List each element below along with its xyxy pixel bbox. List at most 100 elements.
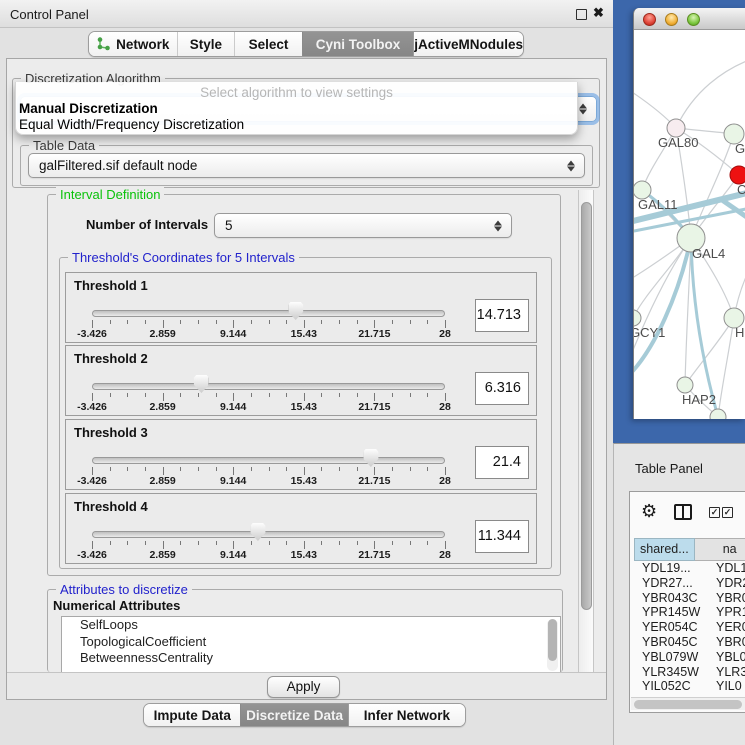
checkbox-select-all-icon[interactable]: ✓ bbox=[709, 507, 720, 518]
network-canvas[interactable]: GAL80 G C GAL11 GAL4 GCY1 H HAP2 bbox=[634, 30, 745, 419]
combo-stepper-icon bbox=[579, 104, 587, 115]
cell[interactable]: YBL0 bbox=[711, 650, 745, 665]
table-row[interactable]: YBR045CYBR0 bbox=[634, 635, 745, 650]
threshold-value-field[interactable]: 11.344 bbox=[475, 520, 529, 553]
popup-option-equal-width[interactable]: Equal Width/Frequency Discretization bbox=[16, 117, 577, 133]
apply-button[interactable]: Apply bbox=[267, 676, 340, 698]
tab-select[interactable]: Select bbox=[234, 32, 302, 56]
cell[interactable]: YDL1 bbox=[711, 561, 745, 576]
checkbox-select-none-icon[interactable]: ✓ bbox=[722, 507, 733, 518]
panel-scrollbar[interactable] bbox=[578, 190, 594, 672]
network-view-window[interactable]: GAL80 G C GAL11 GAL4 GCY1 H HAP2 bbox=[633, 8, 745, 419]
float-window-icon[interactable] bbox=[576, 9, 587, 20]
table-row[interactable]: YIL052CYIL0 bbox=[634, 679, 745, 694]
table-toolbar: ⚙ ✓ ✓ bbox=[630, 492, 745, 536]
list-item[interactable]: BetweennessCentrality bbox=[62, 650, 560, 667]
column-header-shared-name[interactable]: shared... bbox=[634, 538, 695, 561]
slider-handle[interactable] bbox=[250, 523, 265, 541]
slider-track[interactable] bbox=[92, 457, 445, 464]
popup-option-manual-discretization[interactable]: Manual Discretization bbox=[16, 101, 577, 117]
scrollbar-thumb[interactable] bbox=[581, 202, 592, 610]
list-item[interactable]: TopologicalCoefficient bbox=[62, 634, 560, 651]
cell[interactable]: YPR145W bbox=[634, 605, 711, 620]
threshold-value-field[interactable]: 14.713 bbox=[475, 299, 529, 332]
cell[interactable]: YER054C bbox=[634, 620, 711, 635]
slider-track[interactable] bbox=[92, 310, 445, 317]
cell[interactable]: YIL052C bbox=[634, 679, 711, 694]
close-icon[interactable]: ✖ bbox=[593, 5, 604, 21]
list-scrollbar[interactable] bbox=[547, 619, 558, 671]
scrollbar-thumb[interactable] bbox=[634, 700, 742, 709]
cell[interactable]: YBR0 bbox=[711, 635, 745, 650]
cell[interactable]: YBR045C bbox=[634, 635, 711, 650]
combo-value: galFiltered.sif default node bbox=[39, 158, 197, 173]
threshold-value-field[interactable]: 21.4 bbox=[475, 446, 529, 479]
table-row[interactable]: YBR043CYBR0 bbox=[634, 591, 745, 606]
table-data-combobox[interactable]: galFiltered.sif default node bbox=[28, 153, 585, 178]
close-traffic-light-icon[interactable] bbox=[643, 13, 656, 26]
table-row[interactable]: YLR345WYLR3 bbox=[634, 665, 745, 680]
node-table: shared... na YDL19...YDL1 YDR27...YDR2 Y… bbox=[634, 538, 745, 698]
number-of-intervals-combobox[interactable]: 5 bbox=[214, 213, 512, 238]
cell[interactable]: YBR0 bbox=[711, 591, 745, 606]
slider-scale: -3.4262.8599.14415.4321.71528 bbox=[92, 401, 445, 413]
table-row[interactable]: YER054CYER0 bbox=[634, 620, 745, 635]
scale-label: 9.144 bbox=[220, 328, 246, 340]
slider-handle[interactable] bbox=[288, 302, 303, 320]
zoom-traffic-light-icon[interactable] bbox=[687, 13, 700, 26]
table-panel-inner: ⚙ ✓ ✓ shared... na YDL19...YDL1 YDR27...… bbox=[629, 491, 745, 713]
scale-label: 9.144 bbox=[220, 475, 246, 487]
node-bottom-partial[interactable] bbox=[710, 409, 726, 419]
column-header-name[interactable]: na bbox=[695, 538, 745, 561]
node-gcy1[interactable] bbox=[634, 310, 641, 326]
tab-style[interactable]: Style bbox=[177, 32, 235, 56]
cell[interactable]: YBL079W bbox=[634, 650, 711, 665]
scale-label: 2.859 bbox=[149, 401, 175, 413]
network-window-titlebar[interactable] bbox=[634, 8, 745, 30]
table-row[interactable]: YDR27...YDR2 bbox=[634, 576, 745, 591]
cell[interactable]: YLR3 bbox=[711, 665, 745, 680]
split-columns-icon[interactable] bbox=[674, 504, 692, 520]
tab-network[interactable]: Network bbox=[89, 32, 177, 56]
scrollbar-thumb[interactable] bbox=[548, 619, 557, 661]
cell[interactable]: YBR043C bbox=[634, 591, 711, 606]
scale-label: 28 bbox=[439, 475, 451, 487]
tab-jactivemnodules[interactable]: jActiveMNodules bbox=[413, 32, 523, 56]
cell[interactable]: YER0 bbox=[711, 620, 745, 635]
group-title: Threshold's Coordinates for 5 Intervals bbox=[68, 250, 299, 265]
tab-infer-network[interactable]: Infer Network bbox=[348, 704, 465, 726]
table-row[interactable]: YBL079WYBL0 bbox=[634, 650, 745, 665]
node-label-partial: G bbox=[735, 141, 745, 156]
cell[interactable]: YDR2 bbox=[711, 576, 745, 591]
tab-label: Infer Network bbox=[364, 708, 450, 723]
table-row[interactable]: YDL19...YDL1 bbox=[634, 561, 745, 576]
cell[interactable]: YLR345W bbox=[634, 665, 711, 680]
control-panel-tabs: Network Style Select Cyni Toolbox jActiv… bbox=[88, 31, 524, 57]
tab-cyni-toolbox[interactable]: Cyni Toolbox bbox=[302, 32, 413, 56]
slider-track[interactable] bbox=[92, 383, 445, 390]
gear-icon[interactable]: ⚙ bbox=[641, 501, 657, 522]
minimize-traffic-light-icon[interactable] bbox=[665, 13, 678, 26]
threshold-panel: Threshold 1 -3.4262.8599.14415.4321.7152… bbox=[65, 272, 537, 343]
tab-discretize-data[interactable]: Discretize Data bbox=[240, 704, 347, 726]
number-of-intervals-label: Number of Intervals bbox=[86, 217, 208, 232]
cell[interactable]: YDR27... bbox=[634, 576, 711, 591]
list-item[interactable]: SelfLoops bbox=[62, 617, 560, 634]
slider-handle[interactable] bbox=[363, 449, 378, 467]
scale-label: 15.43 bbox=[291, 549, 317, 561]
cell[interactable]: YDL19... bbox=[634, 561, 711, 576]
scale-label: 15.43 bbox=[291, 401, 317, 413]
cell[interactable]: YIL0 bbox=[711, 679, 745, 694]
scale-label: 9.144 bbox=[220, 401, 246, 413]
table-row[interactable]: YPR145WYPR1 bbox=[634, 605, 745, 620]
tab-impute-data[interactable]: Impute Data bbox=[144, 704, 240, 726]
popup-placeholder-option[interactable]: Select algorithm to view settings bbox=[16, 82, 577, 101]
scale-label: 21.715 bbox=[358, 328, 390, 340]
numerical-attributes-list[interactable]: SelfLoops TopologicalCoefficient Between… bbox=[61, 616, 561, 673]
slider-handle[interactable] bbox=[194, 375, 209, 393]
cell[interactable]: YPR1 bbox=[711, 605, 745, 620]
slider-track[interactable] bbox=[92, 531, 445, 538]
threshold-value-field[interactable]: 6.316 bbox=[475, 372, 529, 405]
node-hap2[interactable] bbox=[677, 377, 693, 393]
table-horizontal-scrollbar[interactable] bbox=[631, 697, 745, 710]
